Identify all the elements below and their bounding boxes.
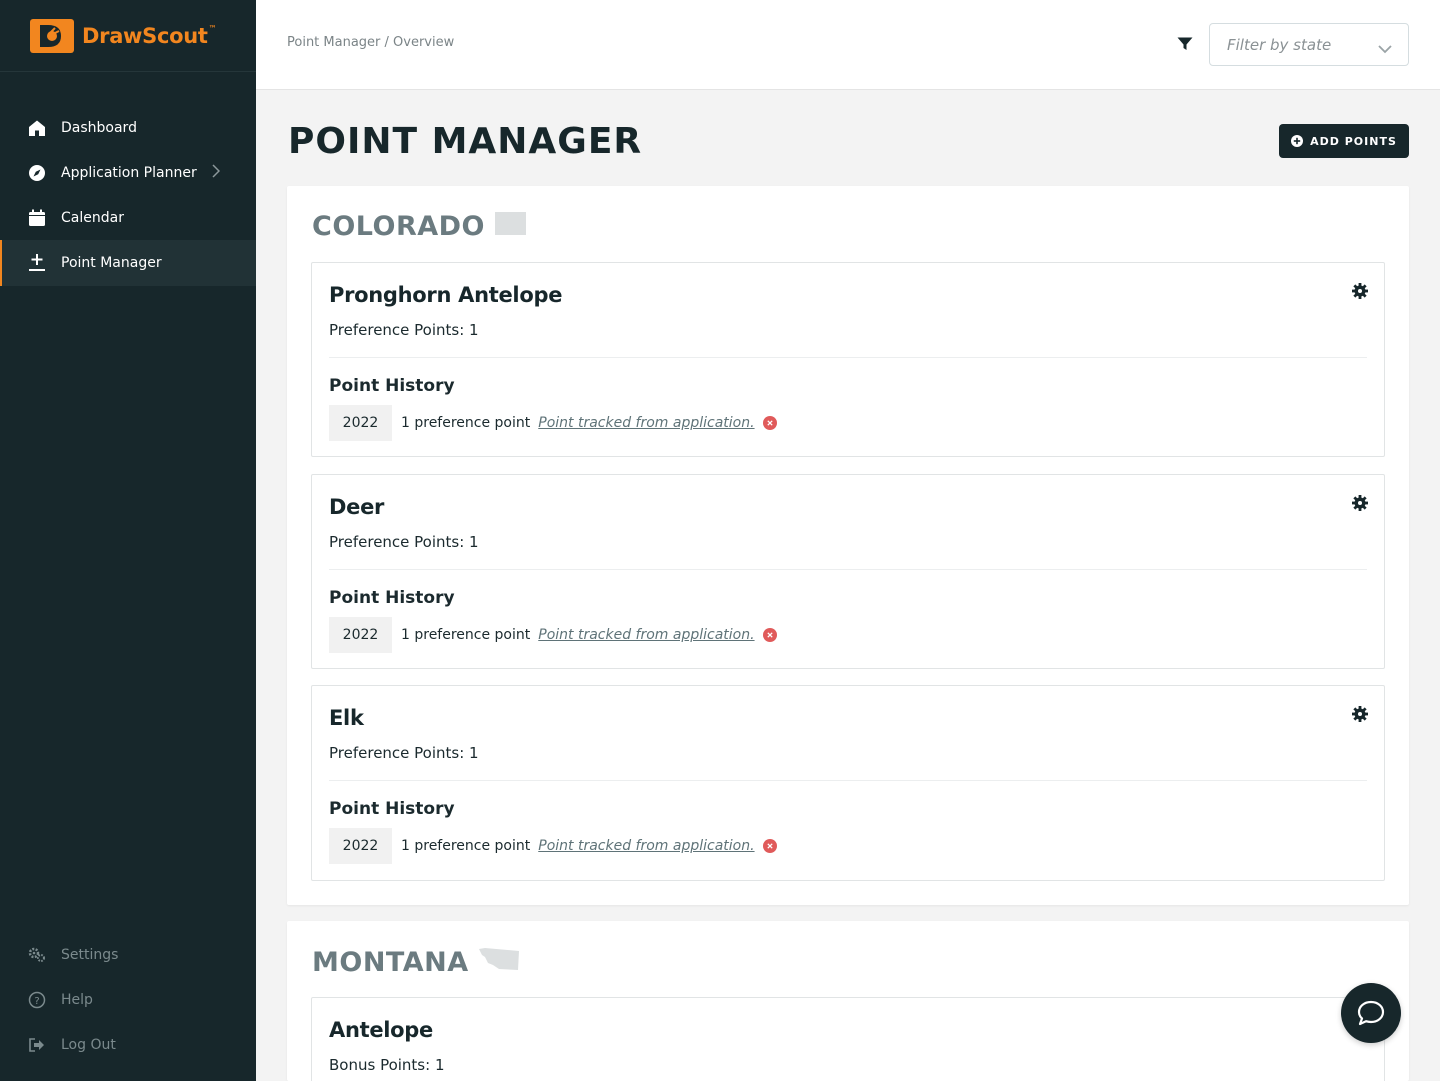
filter-placeholder: Filter by state bbox=[1227, 36, 1332, 54]
point-history-title: Point History bbox=[329, 588, 455, 608]
sidebar-item-label: Help bbox=[61, 991, 93, 1008]
bonus-points: Bonus Points: 1 bbox=[329, 1056, 445, 1074]
top-bar: Point Manager / Overview Filter by state bbox=[256, 0, 1440, 90]
divider bbox=[329, 780, 1367, 781]
chat-support-button[interactable] bbox=[1341, 983, 1401, 1043]
chevron-down-icon bbox=[1378, 39, 1392, 58]
history-source-link[interactable]: Point tracked from application. bbox=[538, 838, 754, 854]
history-row: 2022 1 preference point Point tracked fr… bbox=[329, 405, 777, 441]
sidebar-item-label: Dashboard bbox=[61, 119, 137, 136]
sidebar: DrawScout™ Dashboard Application Planner… bbox=[0, 0, 256, 1081]
trademark: ™ bbox=[208, 23, 217, 33]
gear-icon[interactable] bbox=[1352, 495, 1368, 515]
history-year: 2022 bbox=[329, 828, 392, 864]
add-points-label: ADD POINTS bbox=[1310, 134, 1397, 148]
preference-points: Preference Points: 1 bbox=[329, 744, 479, 762]
species-name: Deer bbox=[329, 495, 385, 519]
divider bbox=[329, 569, 1367, 570]
page-title: POINT MANAGER bbox=[288, 121, 643, 162]
preference-points: Preference Points: 1 bbox=[329, 533, 479, 551]
sidebar-item-label: Settings bbox=[61, 946, 119, 963]
sidebar-item-label: Calendar bbox=[61, 209, 124, 226]
history-row: 2022 1 preference point Point tracked fr… bbox=[329, 828, 777, 864]
gear-icon[interactable] bbox=[1352, 706, 1368, 726]
home-icon bbox=[28, 119, 46, 137]
species-card-antelope: Antelope Bonus Points: 1 bbox=[311, 997, 1385, 1081]
state-filter-select[interactable]: Filter by state bbox=[1209, 23, 1409, 66]
drawscout-logo-icon bbox=[30, 18, 74, 53]
main-nav: Dashboard Application Planner Calendar P… bbox=[0, 105, 256, 286]
sidebar-item-help[interactable]: ? Help bbox=[0, 977, 256, 1022]
history-row: 2022 1 preference point Point tracked fr… bbox=[329, 617, 777, 653]
logo[interactable]: DrawScout™ bbox=[0, 0, 256, 72]
state-panel-colorado: COLORADO Pronghorn Antelope Preference P… bbox=[287, 186, 1409, 905]
species-name: Elk bbox=[329, 706, 364, 730]
history-year: 2022 bbox=[329, 405, 392, 441]
history-source-link[interactable]: Point tracked from application. bbox=[538, 627, 754, 643]
species-name: Antelope bbox=[329, 1018, 433, 1042]
history-year: 2022 bbox=[329, 617, 392, 653]
point-history-title: Point History bbox=[329, 799, 455, 819]
species-name: Pronghorn Antelope bbox=[329, 283, 563, 307]
divider bbox=[329, 357, 1367, 358]
history-text: 1 preference point bbox=[401, 627, 531, 643]
plus-minus-icon bbox=[28, 254, 46, 272]
remove-history-icon[interactable] bbox=[762, 416, 777, 430]
remove-history-icon[interactable] bbox=[762, 628, 777, 642]
state-panel-montana: MONTANA Antelope Bonus Points: 1 bbox=[287, 921, 1409, 1081]
plus-circle-icon bbox=[1291, 135, 1304, 147]
history-source-link[interactable]: Point tracked from application. bbox=[538, 415, 754, 431]
bottom-nav: Settings ? Help Log Out bbox=[0, 932, 256, 1067]
sidebar-item-label: Application Planner bbox=[61, 164, 197, 181]
sidebar-item-dashboard[interactable]: Dashboard bbox=[0, 105, 256, 150]
state-name: COLORADO bbox=[312, 211, 486, 242]
logout-icon bbox=[28, 1036, 46, 1054]
sidebar-item-point-manager[interactable]: Point Manager bbox=[0, 240, 256, 286]
logo-text: DrawScout™ bbox=[82, 23, 217, 48]
filter-icon[interactable] bbox=[1177, 36, 1193, 55]
state-name: MONTANA bbox=[312, 947, 469, 978]
point-history-title: Point History bbox=[329, 376, 455, 396]
history-text: 1 preference point bbox=[401, 415, 531, 431]
chat-bubble-icon bbox=[1357, 1000, 1385, 1026]
state-title: MONTANA bbox=[312, 947, 519, 978]
sidebar-item-application-planner[interactable]: Application Planner bbox=[0, 150, 256, 195]
gears-icon bbox=[28, 946, 46, 964]
gear-icon[interactable] bbox=[1352, 283, 1368, 303]
preference-points: Preference Points: 1 bbox=[329, 321, 479, 339]
chevron-right-icon bbox=[212, 164, 221, 182]
breadcrumb: Point Manager / Overview bbox=[287, 35, 455, 50]
sidebar-item-label: Point Manager bbox=[61, 255, 162, 271]
remove-history-icon[interactable] bbox=[762, 839, 777, 853]
species-card-elk: Elk Preference Points: 1 Point History 2… bbox=[311, 685, 1385, 881]
sidebar-item-logout[interactable]: Log Out bbox=[0, 1022, 256, 1067]
montana-shape-icon bbox=[478, 947, 519, 978]
logo-text-draw: Draw bbox=[82, 23, 143, 48]
logo-text-scout: Scout bbox=[142, 23, 208, 48]
history-text: 1 preference point bbox=[401, 838, 531, 854]
calendar-icon bbox=[28, 209, 46, 227]
add-points-button[interactable]: ADD POINTS bbox=[1279, 124, 1409, 158]
svg-text:?: ? bbox=[34, 996, 39, 1007]
sidebar-item-calendar[interactable]: Calendar bbox=[0, 195, 256, 240]
species-card-pronghorn-antelope: Pronghorn Antelope Preference Points: 1 … bbox=[311, 262, 1385, 457]
species-card-deer: Deer Preference Points: 1 Point History … bbox=[311, 474, 1385, 669]
state-title: COLORADO bbox=[312, 211, 527, 242]
sidebar-item-settings[interactable]: Settings bbox=[0, 932, 256, 977]
colorado-shape-icon bbox=[495, 211, 527, 242]
compass-icon bbox=[28, 164, 46, 182]
sidebar-item-label: Log Out bbox=[61, 1036, 116, 1053]
help-icon: ? bbox=[28, 991, 46, 1009]
